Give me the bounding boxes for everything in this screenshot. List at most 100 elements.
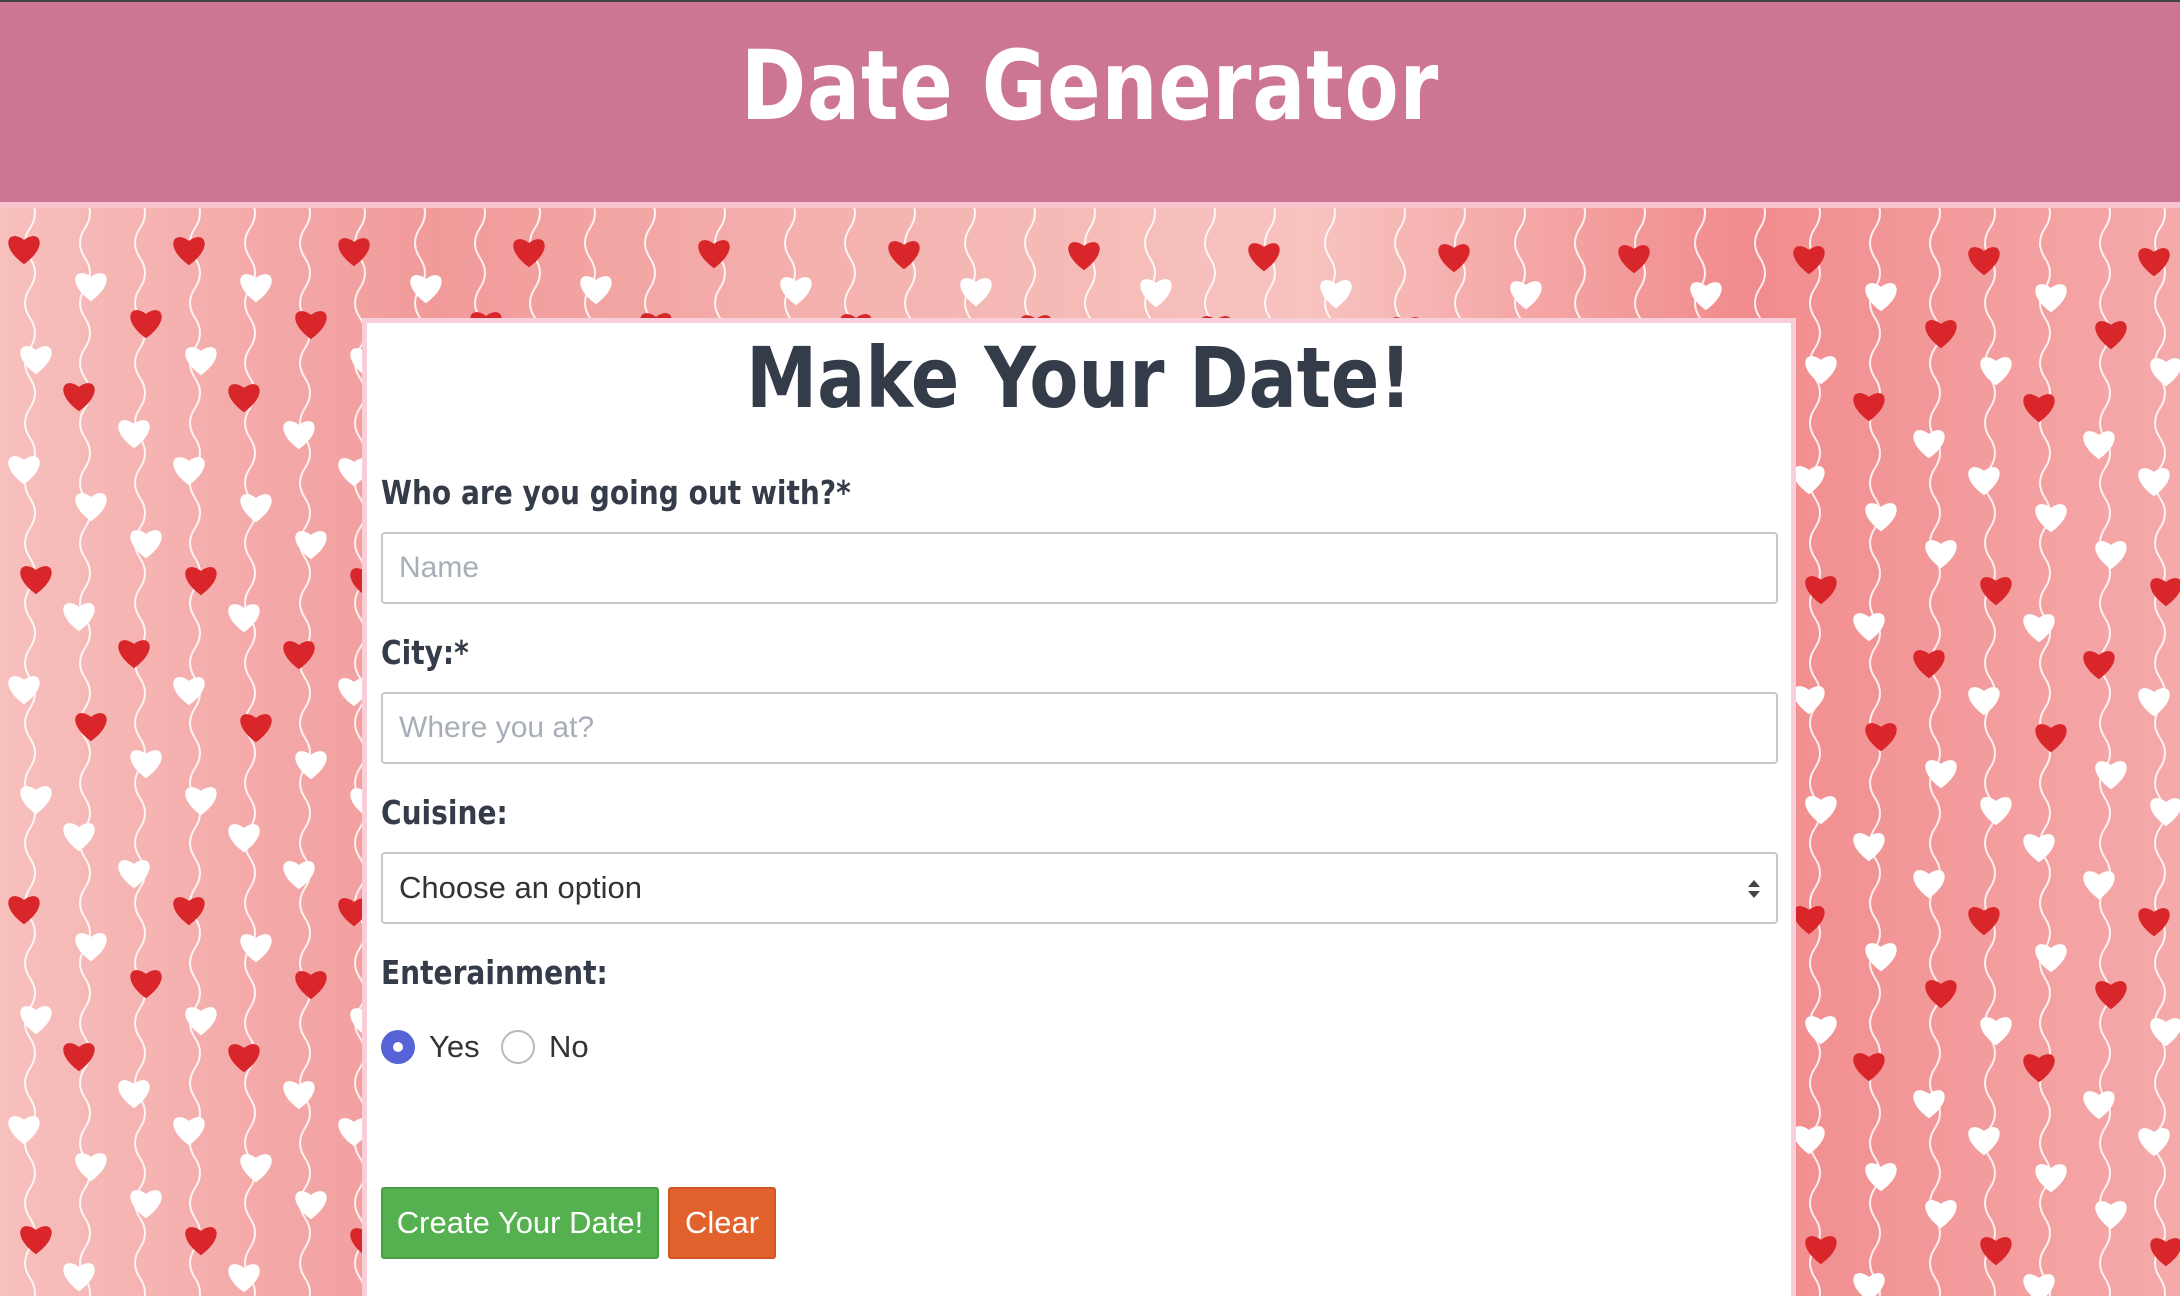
heart-icon — [185, 787, 217, 816]
date-form-card: Make Your Date! Who are you going out wi… — [362, 318, 1796, 1296]
heart-string-icon — [1869, 208, 1881, 1296]
heart-icon — [2150, 358, 2180, 387]
heart-icon — [185, 567, 217, 596]
heart-string-icon — [79, 208, 91, 1296]
cuisine-label: Cuisine: — [381, 793, 508, 832]
heart-icon — [75, 713, 107, 742]
heart-icon — [2083, 651, 2115, 680]
heart-icon — [1853, 393, 1885, 422]
heart-icon — [2150, 1018, 2180, 1047]
heart-icon — [1805, 1016, 1837, 1045]
heart-icon — [20, 1006, 52, 1035]
entertainment-label: Enterainment: — [381, 953, 608, 992]
heart-icon — [2095, 1201, 2127, 1230]
heart-icon — [2095, 321, 2127, 350]
heart-icon — [2083, 871, 2115, 900]
heart-icon — [2095, 981, 2127, 1010]
heart-icon — [240, 1154, 272, 1183]
heart-icon — [2138, 688, 2170, 717]
heart-icon — [2035, 1164, 2067, 1193]
heart-icon — [2138, 468, 2170, 497]
heart-icon — [2023, 1054, 2055, 1083]
heart-icon — [63, 1043, 95, 1072]
heart-icon — [2023, 394, 2055, 423]
heart-icon — [1853, 1053, 1885, 1082]
heart-icon — [295, 971, 327, 1000]
heart-icon — [1925, 980, 1957, 1009]
entertainment-no-radio[interactable] — [501, 1030, 535, 1064]
heart-icon — [8, 236, 40, 265]
form-title: Make Your Date! — [746, 329, 1412, 427]
heart-icon — [1980, 1017, 2012, 1046]
heart-string-icon — [1929, 208, 1941, 1296]
heart-string-icon — [244, 208, 256, 1296]
heart-icon — [283, 421, 315, 450]
heart-icon — [295, 531, 327, 560]
heart-icon — [338, 238, 370, 267]
heart-icon — [1980, 797, 2012, 826]
heart-icon — [173, 457, 205, 486]
entertainment-yes-label[interactable]: Yes — [429, 1029, 480, 1065]
heart-icon — [118, 640, 150, 669]
heart-icon — [20, 566, 52, 595]
heart-icon — [1793, 466, 1825, 495]
create-date-button[interactable]: Create Your Date! — [381, 1187, 659, 1259]
name-label: Who are you going out with?* — [381, 473, 851, 512]
entertainment-no-label[interactable]: No — [549, 1029, 589, 1065]
heart-icon — [2095, 541, 2127, 570]
heart-icon — [2035, 724, 2067, 753]
heart-icon — [295, 311, 327, 340]
heart-icon — [20, 346, 52, 375]
heart-icon — [1865, 723, 1897, 752]
heart-icon — [130, 530, 162, 559]
heart-icon — [1865, 503, 1897, 532]
heart-icon — [185, 347, 217, 376]
heart-icon — [2035, 504, 2067, 533]
heart-icon — [283, 1081, 315, 1110]
heart-icon — [1925, 320, 1957, 349]
heart-icon — [295, 751, 327, 780]
heart-icon — [228, 384, 260, 413]
heart-icon — [20, 1226, 52, 1255]
heart-icon — [1968, 687, 2000, 716]
heart-icon — [130, 1190, 162, 1219]
heart-icon — [240, 714, 272, 743]
heart-icon — [173, 237, 205, 266]
heart-icon — [173, 897, 205, 926]
site-title: Date Generator — [740, 30, 1440, 142]
name-input[interactable] — [381, 532, 1778, 604]
heart-icon — [1913, 650, 1945, 679]
heart-string-icon — [2099, 208, 2111, 1296]
heart-icon — [228, 824, 260, 853]
heart-icon — [1968, 1127, 2000, 1156]
heart-icon — [1805, 796, 1837, 825]
heart-icon — [63, 383, 95, 412]
site-header: Date Generator — [0, 0, 2180, 208]
entertainment-yes-radio[interactable] — [381, 1030, 415, 1064]
heart-icon — [63, 823, 95, 852]
heart-icon — [118, 1080, 150, 1109]
heart-icon — [118, 420, 150, 449]
heart-icon — [240, 494, 272, 523]
city-input[interactable] — [381, 692, 1778, 764]
heart-icon — [1068, 242, 1100, 271]
sort-arrows-icon — [1748, 880, 1760, 898]
heart-icon — [1968, 467, 2000, 496]
cuisine-select[interactable]: Choose an option — [381, 852, 1778, 924]
heart-icon — [75, 493, 107, 522]
heart-icon — [1925, 1200, 1957, 1229]
heart-icon — [173, 1117, 205, 1146]
heart-icon — [283, 861, 315, 890]
heart-icon — [185, 1007, 217, 1036]
heart-icon — [130, 970, 162, 999]
heart-icon — [8, 1116, 40, 1145]
heart-icon — [130, 750, 162, 779]
heart-icon — [1793, 686, 1825, 715]
heart-icon — [1913, 870, 1945, 899]
heart-icon — [295, 1191, 327, 1220]
heart-icon — [185, 1227, 217, 1256]
heart-icon — [8, 676, 40, 705]
heart-icon — [2150, 798, 2180, 827]
city-label: City:* — [381, 633, 469, 672]
clear-button[interactable]: Clear — [668, 1187, 776, 1259]
